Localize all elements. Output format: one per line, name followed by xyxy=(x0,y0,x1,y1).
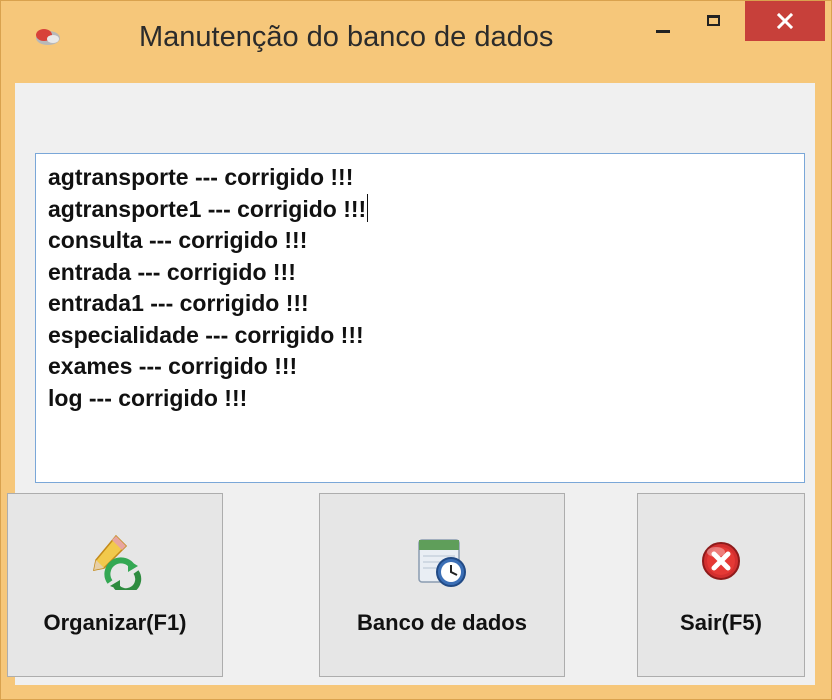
log-textbox[interactable]: agtransporte --- corrigido !!! agtranspo… xyxy=(35,153,805,483)
banco-de-dados-button[interactable]: Banco de dados xyxy=(319,493,565,677)
maximize-button[interactable] xyxy=(691,9,739,45)
log-line: especialidade --- corrigido !!! xyxy=(48,321,364,348)
banco-de-dados-button-label: Banco de dados xyxy=(357,610,527,635)
red-x-circle-icon xyxy=(692,532,750,590)
sair-button-label: Sair(F5) xyxy=(680,610,762,635)
text-caret xyxy=(367,193,369,222)
app-icon[interactable] xyxy=(31,23,65,49)
log-line: exames --- corrigido !!! xyxy=(48,353,298,379)
close-icon xyxy=(776,12,794,30)
minimize-button[interactable] xyxy=(639,9,687,45)
app-window: Manutenção do banco de dados agtransport… xyxy=(0,0,832,700)
sair-button[interactable]: Sair(F5) xyxy=(637,493,805,677)
log-line: entrada --- corrigido !!! xyxy=(48,258,296,285)
log-line-text: agtransporte1 --- corrigido !!! xyxy=(48,195,367,222)
title-bar[interactable]: Manutenção do banco de dados xyxy=(1,1,831,83)
client-area: agtransporte --- corrigido !!! agtranspo… xyxy=(7,83,815,685)
log-line: agtransporte --- corrigido !!! xyxy=(48,164,354,190)
close-button[interactable] xyxy=(745,1,825,41)
calendar-clock-icon xyxy=(413,532,471,590)
pencil-refresh-icon xyxy=(86,532,144,595)
log-line-with-caret: agtransporte1 --- corrigido !!! xyxy=(48,193,804,226)
log-line: entrada1 --- corrigido !!! xyxy=(48,290,309,316)
window-title: Manutenção do banco de dados xyxy=(139,21,554,53)
organizar-button[interactable]: Organizar(F1) xyxy=(7,493,223,677)
log-line: consulta --- corrigido !!! xyxy=(48,227,308,253)
log-line: log --- corrigido !!! xyxy=(48,384,248,411)
organizar-button-label: Organizar(F1) xyxy=(43,610,187,635)
